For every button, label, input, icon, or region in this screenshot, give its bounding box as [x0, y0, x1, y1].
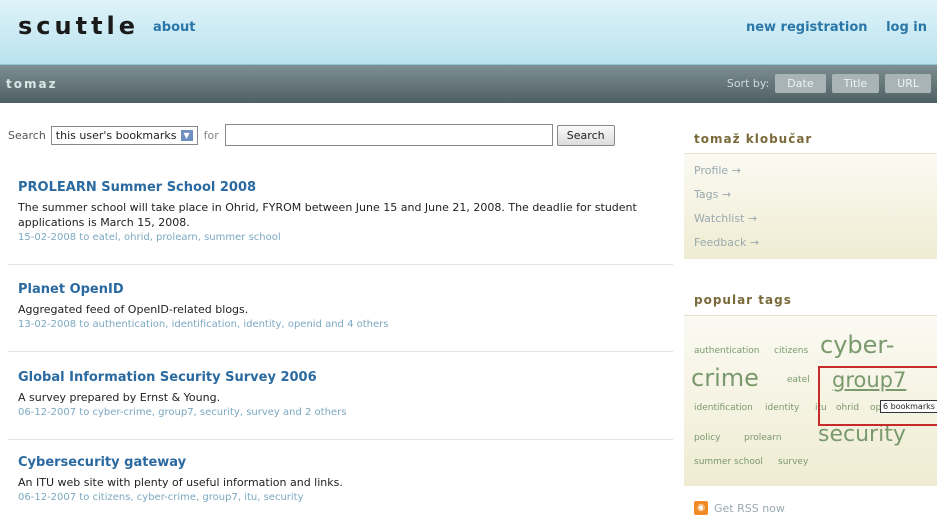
new-registration-link[interactable]: new registration [746, 20, 868, 35]
site-logo[interactable]: scuttle [18, 12, 139, 40]
tag-link[interactable]: policy [694, 433, 721, 443]
bookmark-meta[interactable]: 06-12-2007 to citizens, cyber-crime, gro… [18, 492, 668, 503]
search-form: Search this user's bookmarks ▼ for Searc… [8, 124, 615, 146]
popular-tags-heading: popular tags [694, 293, 792, 307]
bookmark-description: A survey prepared by Ernst & Young. [18, 391, 221, 404]
sort-controls: Sort by: Date Title URL [727, 74, 937, 93]
bookmark-meta[interactable]: 13-02-2008 to authentication, identifica… [18, 319, 668, 330]
tag-link[interactable]: authentication [694, 346, 759, 356]
divider [8, 264, 673, 265]
bookmark-title[interactable]: PROLEARN Summer School 2008 [18, 180, 668, 195]
sidebar-item-profile[interactable]: Profile → [694, 164, 937, 177]
bookmark-item: Global Information Security Survey 2006 … [18, 370, 668, 418]
search-button[interactable]: Search [556, 124, 615, 146]
tag-link[interactable]: summer school [694, 457, 763, 467]
bookmark-description: The summer school will take place in Ohr… [18, 201, 637, 229]
bookmark-meta[interactable]: 06-12-2007 to cyber-crime, group7, secur… [18, 407, 668, 418]
search-for-label: for [203, 128, 219, 142]
tag-highlight-box [818, 366, 937, 426]
tag-link[interactable]: cyber- [820, 331, 894, 359]
bookmark-meta[interactable]: 15-02-2008 to eatel, ohrid, prolearn, su… [18, 232, 668, 243]
username-label: tomaz [6, 77, 58, 91]
bookmark-item: Planet OpenID Aggregated feed of OpenID-… [18, 282, 668, 330]
search-input[interactable] [224, 124, 553, 146]
log-in-link[interactable]: log in [886, 20, 927, 35]
search-scope-select[interactable]: this user's bookmarks ▼ [50, 125, 198, 145]
bookmark-description: Aggregated feed of OpenID-related blogs. [18, 303, 249, 316]
rss-label: Get RSS now [714, 501, 785, 515]
tag-tooltip: 6 bookmarks [880, 400, 937, 413]
chevron-down-icon[interactable]: ▼ [180, 129, 193, 141]
divider [8, 439, 673, 440]
bookmark-title[interactable]: Global Information Security Survey 2006 [18, 370, 668, 385]
tag-link[interactable]: eatel [787, 375, 810, 385]
sort-title-button[interactable]: Title [831, 74, 880, 93]
bookmark-item: Cybersecurity gateway An ITU web site wi… [18, 455, 668, 503]
search-label: Search [8, 128, 46, 142]
bookmark-item: PROLEARN Summer School 2008 The summer s… [18, 180, 668, 243]
bookmark-title[interactable]: Cybersecurity gateway [18, 455, 668, 470]
sidebar-user-name: tomaž klobučar [694, 132, 813, 146]
bookmark-title[interactable]: Planet OpenID [18, 282, 668, 297]
tag-link[interactable]: identification [694, 403, 753, 413]
about-link[interactable]: about [153, 20, 195, 35]
sort-url-button[interactable]: URL [885, 74, 931, 93]
sidebar-links: Profile → Tags → Watchlist → Feedback → [684, 153, 937, 259]
bookmark-description: An ITU web site with plenty of useful in… [18, 476, 343, 489]
sidebar-item-tags[interactable]: Tags → [694, 188, 937, 201]
rss-icon: ◉ [694, 501, 708, 515]
rss-link[interactable]: ◉ Get RSS now [694, 501, 785, 515]
sidebar-item-watchlist[interactable]: Watchlist → [694, 212, 937, 225]
tag-link[interactable]: citizens [774, 346, 808, 356]
account-links: new registration log in [732, 20, 927, 35]
user-bar: tomaz Sort by: Date Title URL [0, 65, 937, 103]
site-header: scuttle about new registration log in [0, 0, 937, 65]
search-scope-value: this user's bookmarks [55, 128, 177, 142]
sort-date-button[interactable]: Date [775, 74, 826, 93]
sort-label: Sort by: [726, 77, 770, 90]
sidebar-item-feedback[interactable]: Feedback → [694, 236, 937, 249]
tag-link[interactable]: crime [691, 364, 759, 392]
tag-link[interactable]: prolearn [744, 433, 782, 443]
tag-link[interactable]: survey [778, 457, 808, 467]
tag-link[interactable]: identity [765, 403, 799, 413]
divider [8, 351, 673, 352]
